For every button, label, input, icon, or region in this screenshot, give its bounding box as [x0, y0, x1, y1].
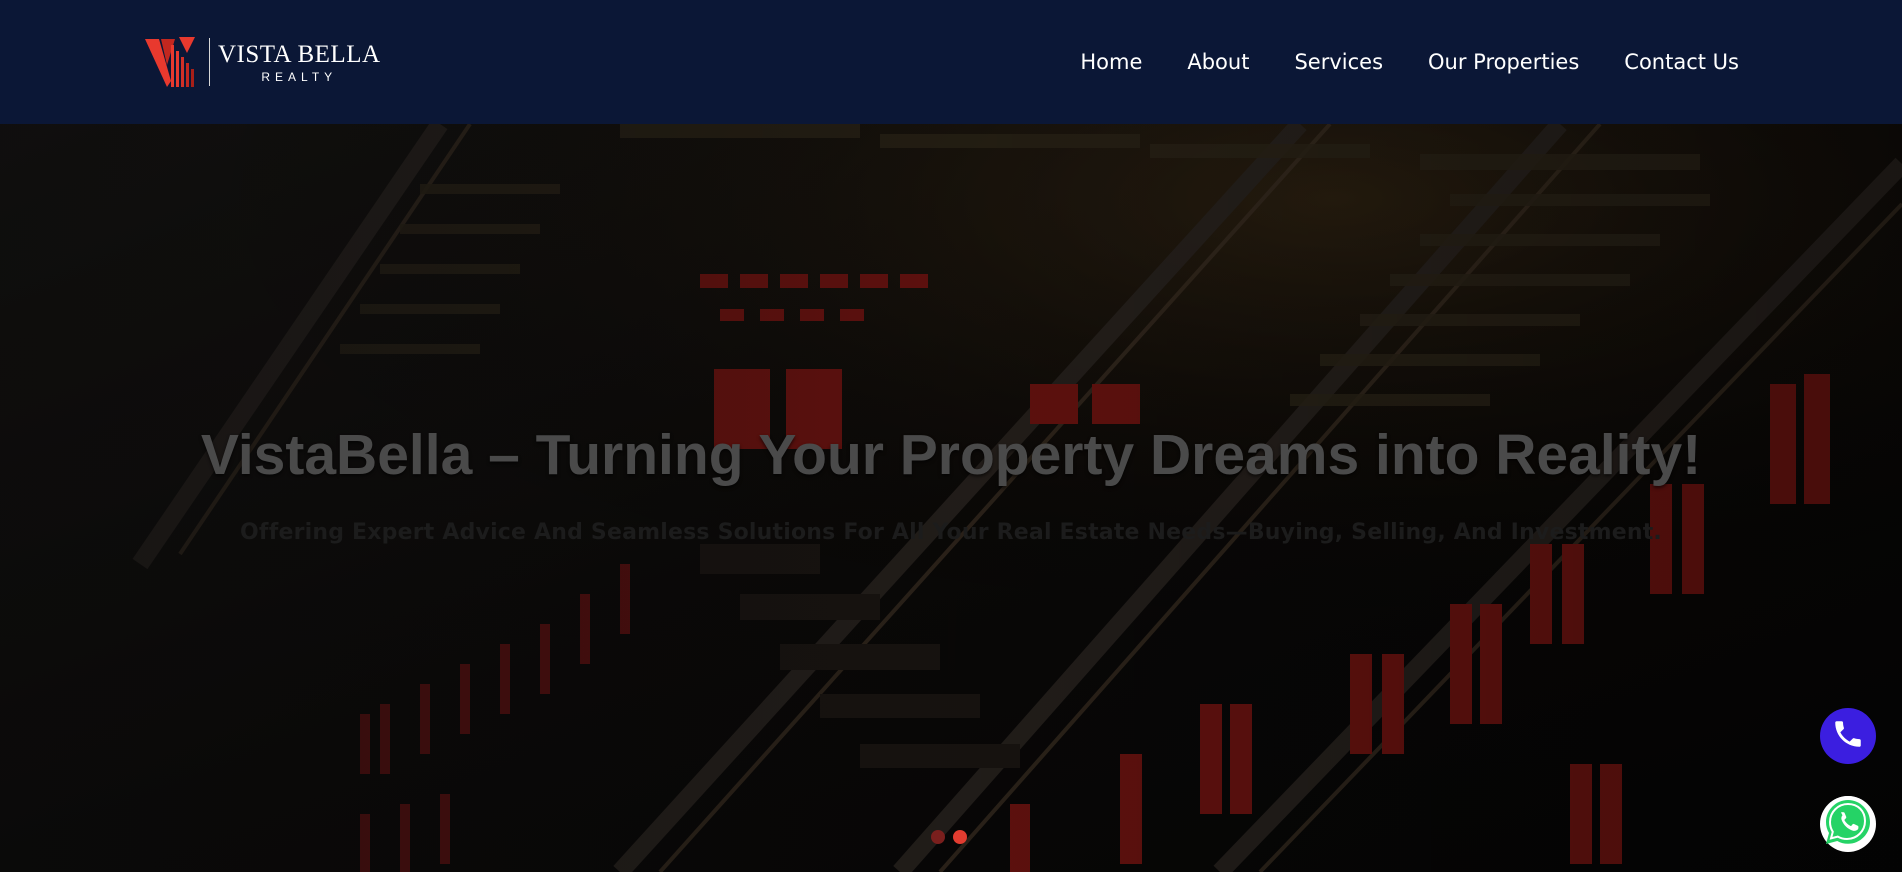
slider-pagination [931, 830, 967, 844]
nav-about[interactable]: About [1187, 51, 1249, 73]
nav-our-properties[interactable]: Our Properties [1428, 51, 1579, 73]
slide-dot-2[interactable] [953, 830, 967, 844]
vista-bella-logo-icon [145, 35, 199, 89]
main-nav: Home About Services Our Properties Conta… [1080, 51, 1739, 73]
brand-name: VISTA BELLA [218, 40, 381, 68]
hero-slider: VistaBella – Turning Your Property Dream… [0, 124, 1902, 872]
brand-tagline: REALTY [261, 69, 338, 84]
site-header: VISTA BELLA REALTY Home About Services O… [0, 0, 1902, 124]
hero-subtitle: Offering Expert Advice And Seamless Solu… [240, 520, 1662, 545]
call-button[interactable] [1820, 708, 1876, 764]
slide-dot-1[interactable] [931, 830, 945, 844]
whatsapp-button[interactable] [1820, 794, 1876, 855]
whatsapp-icon [1820, 794, 1876, 855]
brand-logo[interactable]: VISTA BELLA REALTY [145, 35, 381, 89]
nav-home[interactable]: Home [1080, 51, 1142, 73]
logo-divider [209, 38, 210, 86]
nav-contact-us[interactable]: Contact Us [1624, 51, 1739, 73]
hero-dark-overlay [0, 124, 1902, 872]
phone-icon [1831, 717, 1865, 756]
hero-title: VistaBella – Turning Your Property Dream… [200, 423, 1702, 487]
nav-services[interactable]: Services [1294, 51, 1383, 73]
logo-wordmark: VISTA BELLA REALTY [218, 42, 381, 83]
